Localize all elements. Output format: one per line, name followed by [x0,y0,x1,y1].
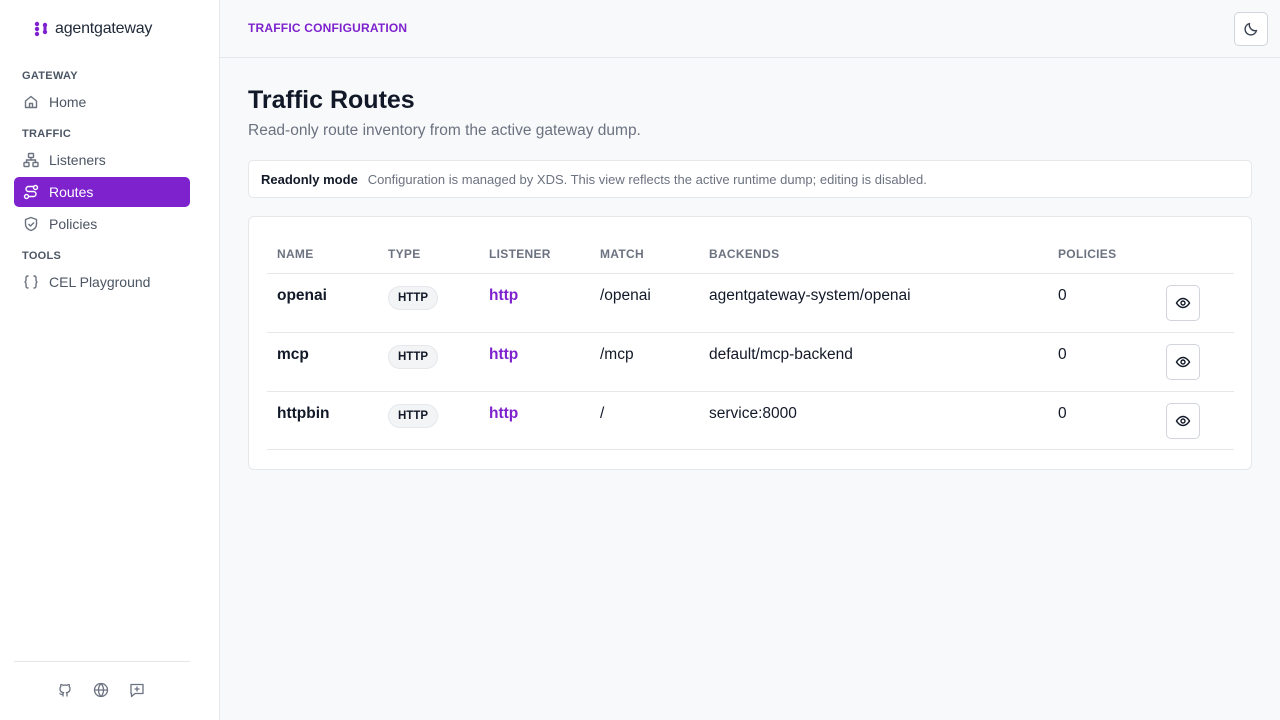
column-header-type[interactable]: TYPE [388,247,421,261]
route-match: /openai [600,287,651,304]
route-backends: service:8000 [709,405,797,422]
listener-link[interactable]: http [489,287,518,305]
sidebar-item-cel-playground[interactable]: CEL Playground [14,267,190,297]
braces-icon [24,275,38,289]
agentgateway-logo-icon [34,21,48,37]
globe-icon[interactable] [92,681,110,699]
sidebar-divider [14,661,190,662]
route-policies-count: 0 [1058,405,1067,422]
listener-link[interactable]: http [489,346,518,364]
column-header-backends[interactable]: BACKENDS [709,247,779,261]
table-row[interactable]: httpbin HTTP http / service:8000 0 [267,391,1234,450]
github-icon[interactable] [56,681,74,699]
route-name: openai [277,287,327,304]
feedback-icon[interactable] [128,681,146,699]
view-route-button[interactable] [1166,285,1200,321]
column-header-match[interactable]: MATCH [600,247,644,261]
column-header-policies[interactable]: POLICIES [1058,247,1116,261]
moon-icon [1244,22,1258,36]
sidebar-footer [56,681,146,699]
route-policies-count: 0 [1058,346,1067,363]
app-name: agentgateway [55,20,153,37]
view-route-button[interactable] [1166,344,1200,380]
column-header-listener[interactable]: LISTENER [489,247,551,261]
route-name: mcp [277,346,309,363]
eye-icon [1175,356,1191,368]
sidebar: agentgateway GATEWAY Home TRAFFIC Listen… [0,0,220,720]
table-row[interactable]: openai HTTP http /openai agentgateway-sy… [267,273,1234,332]
breadcrumb: TRAFFIC CONFIGURATION [248,21,408,35]
table-row[interactable]: mcp HTTP http /mcp default/mcp-backend 0 [267,332,1234,391]
route-match: /mcp [600,346,634,363]
type-badge: HTTP [388,404,439,428]
home-icon [24,95,38,109]
sidebar-item-home[interactable]: Home [14,87,190,117]
route-backends: default/mcp-backend [709,346,853,363]
route-name: httpbin [277,405,330,422]
nav-section-gateway: GATEWAY [22,70,78,82]
page-title: Traffic Routes [248,86,415,114]
sidebar-item-label: Listeners [49,152,106,168]
nav-section-tools: TOOLS [22,250,62,262]
eye-icon [1175,415,1191,427]
sidebar-item-routes[interactable]: Routes [14,177,190,207]
type-badge: HTTP [388,286,439,310]
sidebar-item-policies[interactable]: Policies [14,209,190,239]
eye-icon [1175,297,1191,309]
app-logo[interactable]: agentgateway [33,20,152,38]
network-icon [23,152,39,168]
route-backends: agentgateway-system/openai [709,287,911,304]
readonly-notice: Readonly mode Configuration is managed b… [248,160,1252,198]
sidebar-item-label: Home [49,94,87,110]
theme-toggle-button[interactable] [1234,12,1268,46]
listener-link[interactable]: http [489,405,518,423]
shield-check-icon [24,216,38,232]
notice-label: Readonly mode [261,171,358,187]
page-subtitle: Read-only route inventory from the activ… [248,122,641,139]
nav-section-traffic: TRAFFIC [22,128,72,140]
view-route-button[interactable] [1166,403,1200,439]
sidebar-item-listeners[interactable]: Listeners [14,145,190,175]
type-badge: HTTP [388,345,439,369]
notice-text: Configuration is managed by XDS. This vi… [367,171,927,187]
route-match: / [600,405,605,422]
route-policies-count: 0 [1058,287,1067,304]
route-icon [23,184,39,200]
sidebar-item-label: CEL Playground [49,274,151,290]
column-header-name[interactable]: NAME [277,247,314,261]
top-bar: TRAFFIC CONFIGURATION [220,0,1280,58]
sidebar-item-label: Routes [49,184,94,200]
routes-table: NAME TYPE LISTENER MATCH BACKENDS POLICI… [248,216,1252,470]
sidebar-item-label: Policies [49,216,98,232]
